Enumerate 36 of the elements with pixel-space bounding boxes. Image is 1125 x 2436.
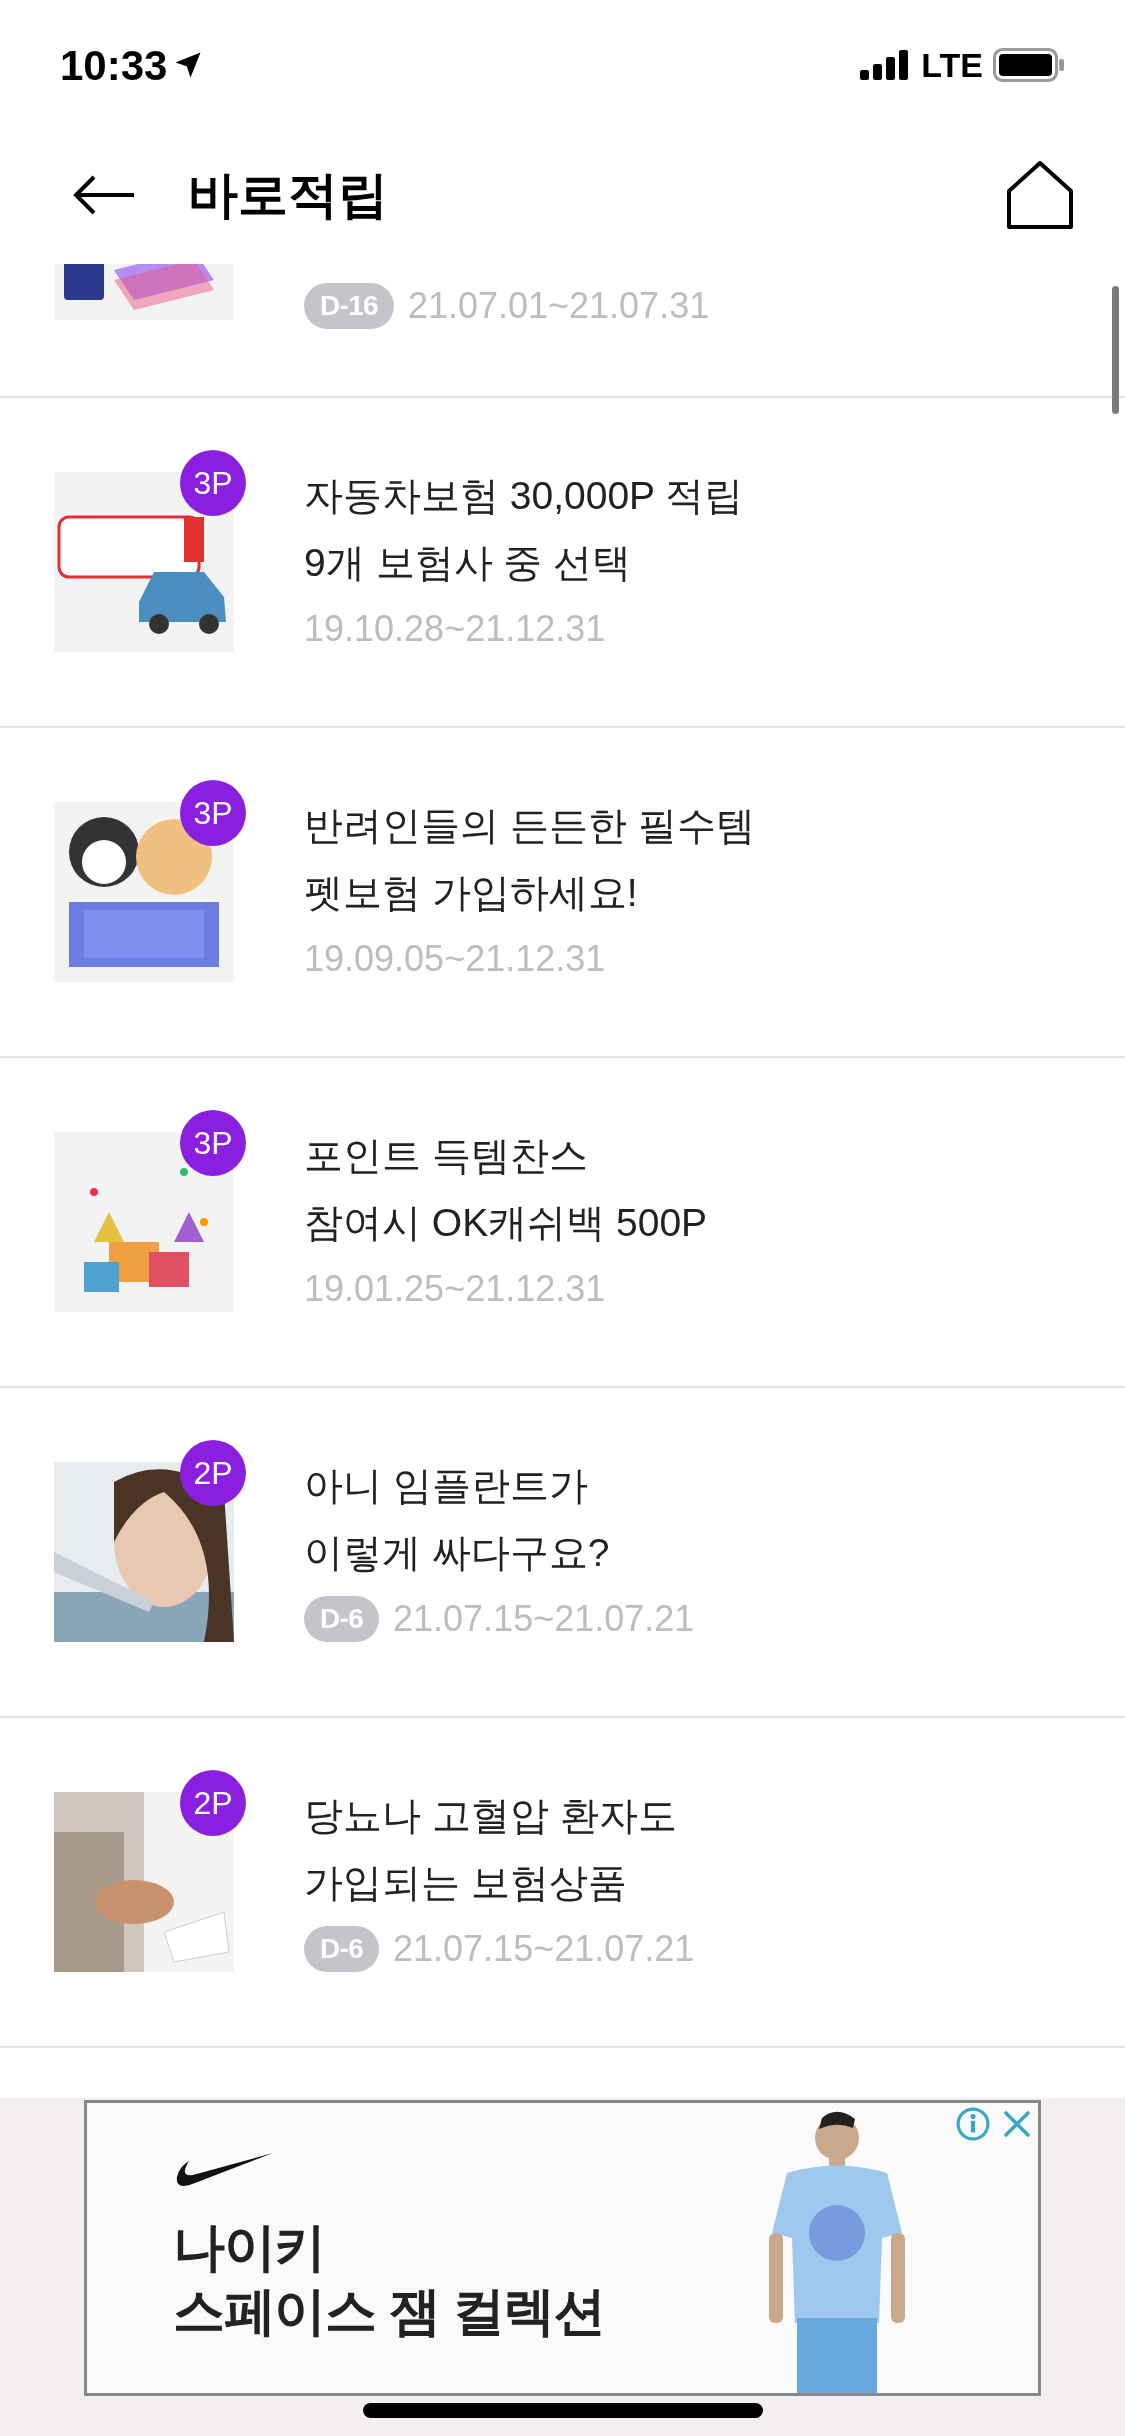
network-label: LTE (921, 44, 983, 86)
date-range: 19.09.05~21.12.31 (304, 937, 606, 981)
scrollbar-icon (1112, 286, 1119, 414)
ad-headline: 스페이스 잼 컬렉션 (173, 2281, 605, 2342)
item-title: 참여시 OK캐쉬백 500P (304, 1199, 708, 1246)
item-title: 이렇게 싸다구요? (304, 1529, 611, 1576)
points-badge: 2P (180, 1440, 246, 1506)
page-title: 바로적립 (188, 165, 388, 225)
item-title: 반려인들의 든든한 필수템 (304, 802, 755, 849)
clock-time: 10:33 (60, 40, 168, 91)
points-badge: 3P (180, 1110, 246, 1176)
back-arrow-icon[interactable] (72, 175, 136, 215)
date-range: 21.07.01~21.07.31 (407, 283, 710, 328)
battery-icon (993, 48, 1065, 82)
d-day-badge: D-6 (304, 1596, 380, 1642)
item-title: 가입되는 보험상품 (304, 1859, 628, 1906)
date-range: 19.10.28~21.12.31 (304, 607, 606, 651)
points-badge: 2P (180, 1770, 246, 1836)
item-title: 포인트 득템찬스 (304, 1132, 589, 1179)
d-day-badge: D-16 (304, 282, 394, 329)
item-title: 자동차보험 30,000P 적립 (304, 472, 744, 519)
d-day-badge: D-6 (304, 1926, 380, 1972)
home-icon[interactable] (1007, 161, 1073, 229)
close-icon[interactable] (1002, 2109, 1032, 2139)
points-badge: 3P (180, 450, 246, 516)
item-title: 펫보험 가입하세요! (304, 869, 639, 916)
points-badge: 3P (180, 780, 246, 846)
ad-headline: 나이키 (173, 2217, 327, 2278)
info-icon[interactable] (956, 2107, 990, 2141)
item-title: 아니 임플란트가 (304, 1462, 589, 1509)
date-range: 21.07.15~21.07.21 (393, 1927, 695, 1971)
ad-banner[interactable]: 나이키 스페이스 잼 컬렉션 (84, 2100, 1041, 2396)
item-title: 당뇨나 고혈압 환자도 (304, 1792, 678, 1839)
item-title: 9개 보험사 중 선택 (304, 539, 633, 586)
date-range: 19.01.25~21.12.31 (304, 1267, 606, 1311)
date-range: 21.07.15~21.07.21 (393, 1597, 695, 1641)
